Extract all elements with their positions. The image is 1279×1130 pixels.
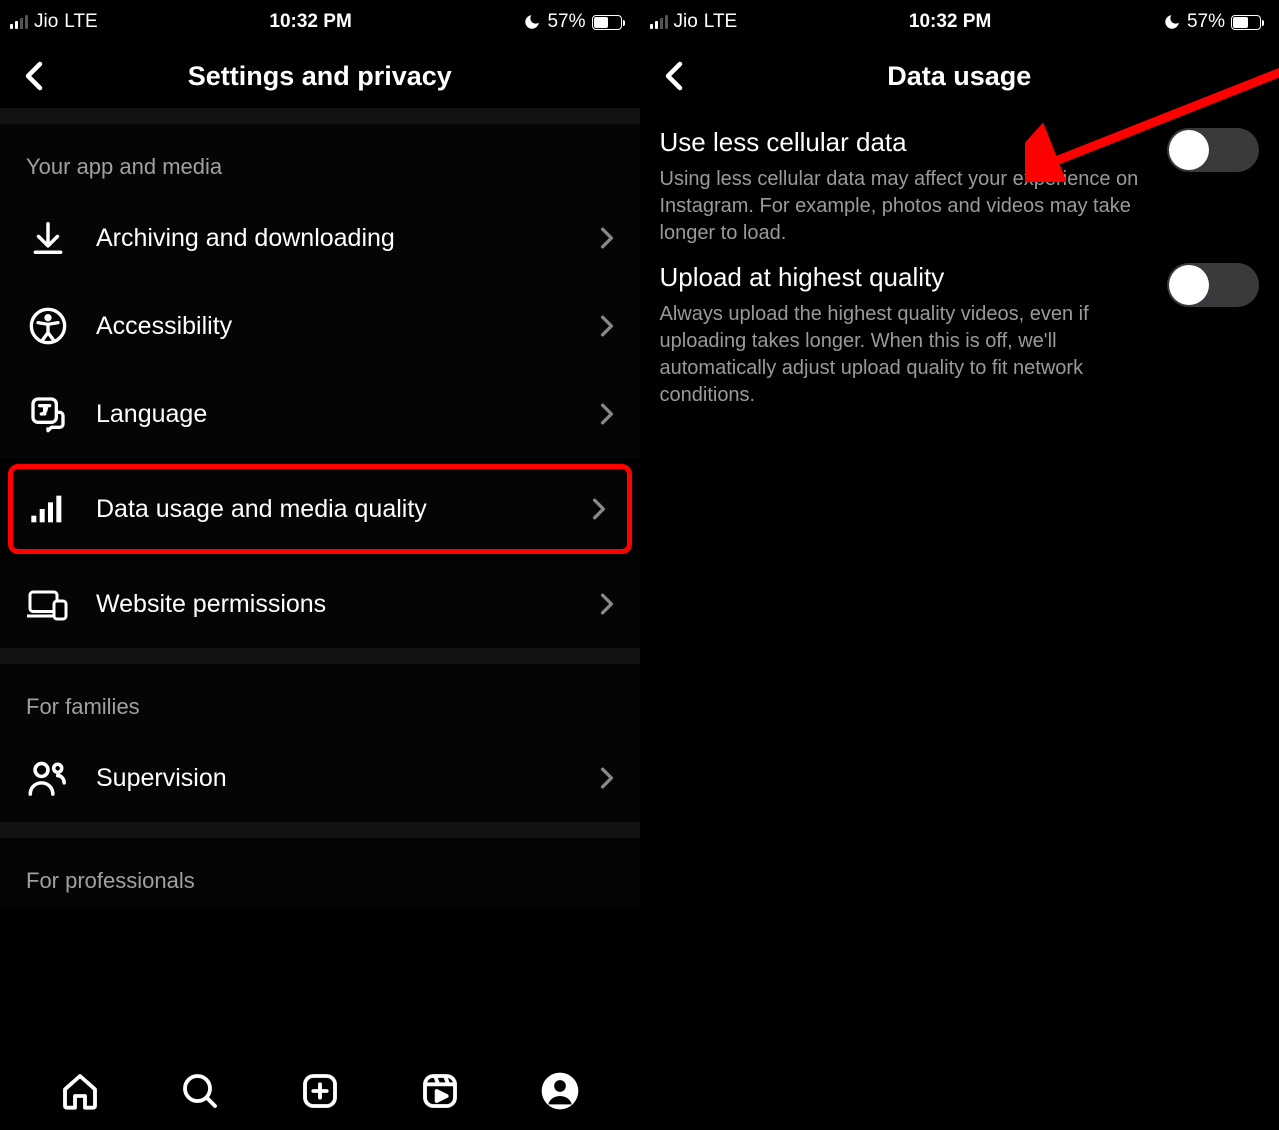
- signal-icon: [650, 15, 668, 29]
- setting-upload-highest: Upload at highest quality Always upload …: [640, 257, 1279, 419]
- back-button[interactable]: [654, 56, 694, 96]
- clock: 10:32 PM: [98, 11, 524, 33]
- toggle-use-less-data[interactable]: [1167, 128, 1259, 172]
- devices-icon: [26, 582, 70, 626]
- moon-icon: [1163, 13, 1181, 31]
- language-icon: [26, 392, 70, 436]
- tab-bar: [0, 1052, 640, 1130]
- moon-icon: [523, 13, 541, 31]
- tab-profile[interactable]: [536, 1067, 584, 1115]
- row-accessibility[interactable]: Accessibility: [0, 282, 640, 370]
- tab-home[interactable]: [56, 1067, 104, 1115]
- setting-desc: Always upload the highest quality videos…: [660, 301, 1154, 409]
- row-supervision[interactable]: Supervision: [0, 734, 640, 822]
- plus-square-icon: [300, 1071, 340, 1111]
- chevron-left-icon: [663, 61, 685, 91]
- reels-icon: [420, 1071, 460, 1111]
- status-bar: Jio LTE 10:32 PM 57%: [640, 0, 1279, 44]
- battery-icon: [1231, 15, 1261, 30]
- network-label: LTE: [704, 11, 737, 33]
- data-usage-content: Use less cellular data Using less cellul…: [640, 108, 1279, 1130]
- carrier-label: Jio: [34, 11, 58, 33]
- back-button[interactable]: [14, 56, 54, 96]
- section-header-app-media: Your app and media: [0, 124, 640, 194]
- page-title: Data usage: [640, 61, 1279, 92]
- accessibility-icon: [26, 304, 70, 348]
- setting-desc: Using less cellular data may affect your…: [660, 166, 1154, 247]
- toggle-upload-highest[interactable]: [1167, 263, 1259, 307]
- row-data-usage[interactable]: Data usage and media quality: [8, 464, 632, 554]
- network-label: LTE: [64, 11, 97, 33]
- screen-data-usage: Jio LTE 10:32 PM 57% Data usage Use less…: [640, 0, 1279, 1130]
- section-header-professionals: For professionals: [0, 838, 640, 908]
- profile-icon: [540, 1071, 580, 1111]
- home-icon: [60, 1071, 100, 1111]
- section-header-families: For families: [0, 664, 640, 734]
- row-website-permissions[interactable]: Website permissions: [0, 560, 640, 648]
- tab-reels[interactable]: [416, 1067, 464, 1115]
- chevron-right-icon: [592, 311, 622, 341]
- tab-search[interactable]: [176, 1067, 224, 1115]
- row-label: Supervision: [96, 764, 566, 793]
- row-language[interactable]: Language: [0, 370, 640, 458]
- chevron-left-icon: [23, 61, 45, 91]
- battery-icon: [592, 15, 622, 30]
- setting-use-less-data: Use less cellular data Using less cellul…: [640, 108, 1279, 257]
- header: Data usage: [640, 44, 1279, 108]
- chevron-right-icon: [584, 494, 614, 524]
- chevron-right-icon: [592, 763, 622, 793]
- chevron-right-icon: [592, 223, 622, 253]
- row-label: Archiving and downloading: [96, 224, 566, 253]
- setting-title: Use less cellular data: [660, 126, 1154, 160]
- row-label: Website permissions: [96, 590, 566, 619]
- battery-pct: 57%: [1187, 11, 1225, 33]
- status-bar: Jio LTE 10:32 PM 57%: [0, 0, 640, 44]
- clock: 10:32 PM: [737, 11, 1163, 33]
- row-label: Data usage and media quality: [96, 495, 558, 524]
- page-title: Settings and privacy: [0, 61, 640, 92]
- download-icon: [26, 216, 70, 260]
- signal-icon: [10, 15, 28, 29]
- setting-title: Upload at highest quality: [660, 261, 1154, 295]
- tab-create[interactable]: [296, 1067, 344, 1115]
- carrier-label: Jio: [674, 11, 698, 33]
- screen-settings-privacy: Jio LTE 10:32 PM 57% Settings and privac…: [0, 0, 640, 1130]
- row-label: Accessibility: [96, 312, 566, 341]
- supervision-icon: [26, 756, 70, 800]
- row-label: Language: [96, 400, 566, 429]
- cellular-bars-icon: [26, 487, 70, 531]
- battery-pct: 57%: [547, 11, 585, 33]
- settings-content: Your app and media Archiving and downloa…: [0, 108, 640, 1052]
- chevron-right-icon: [592, 399, 622, 429]
- row-archiving[interactable]: Archiving and downloading: [0, 194, 640, 282]
- header: Settings and privacy: [0, 44, 640, 108]
- chevron-right-icon: [592, 589, 622, 619]
- search-icon: [180, 1071, 220, 1111]
